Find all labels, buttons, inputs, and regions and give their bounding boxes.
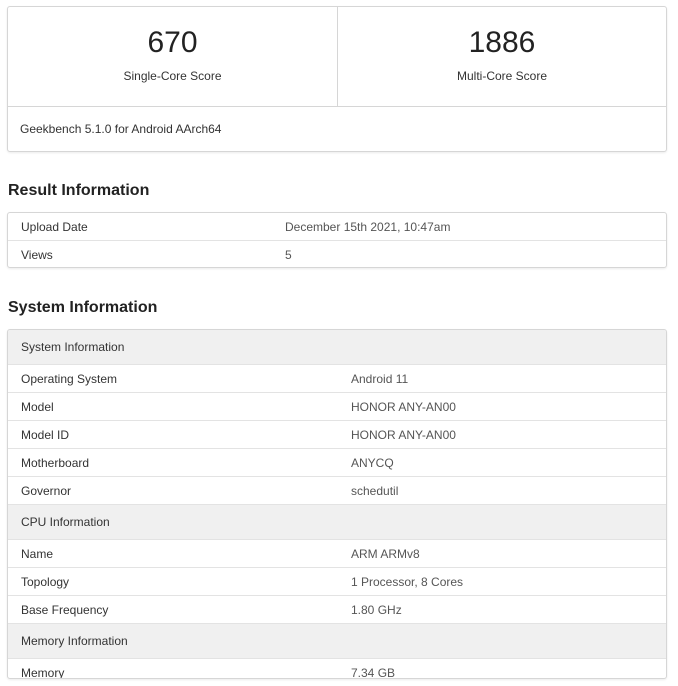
score-card: 670 Single-Core Score 1886 Multi-Core Sc… — [7, 6, 667, 152]
table-row: Topology 1 Processor, 8 Cores — [8, 567, 666, 596]
row-key: Model ID — [8, 420, 337, 449]
row-key: Name — [8, 539, 337, 568]
multi-core-score-cell: 1886 Multi-Core Score — [338, 7, 666, 106]
section-heading: CPU Information — [8, 504, 666, 540]
row-value: ANYCQ — [337, 448, 666, 477]
table-row: Operating System Android 11 — [8, 364, 666, 393]
system-information-title: System Information — [8, 299, 158, 316]
table-row: Base Frequency 1.80 GHz — [8, 595, 666, 624]
row-key: Operating System — [8, 364, 337, 393]
row-value: schedutil — [337, 476, 666, 505]
result-information-table: Upload Date December 15th 2021, 10:47am … — [7, 212, 667, 268]
table-row: Model ID HONOR ANY-AN00 — [8, 420, 666, 449]
row-key: Model — [8, 392, 337, 421]
single-core-score-cell: 670 Single-Core Score — [8, 7, 338, 106]
section-heading-row: Memory Information — [8, 623, 666, 659]
single-core-score-label: Single-Core Score — [123, 69, 222, 83]
row-value: 1.80 GHz — [337, 595, 666, 624]
multi-core-score-label: Multi-Core Score — [456, 69, 548, 83]
row-value: HONOR ANY-AN00 — [337, 392, 666, 421]
table-row: Upload Date December 15th 2021, 10:47am — [8, 213, 666, 241]
row-key: Memory — [8, 658, 337, 678]
table-row: Motherboard ANYCQ — [8, 448, 666, 477]
row-value: HONOR ANY-AN00 — [337, 420, 666, 449]
row-value: 1 Processor, 8 Cores — [337, 567, 666, 596]
table-row: Model HONOR ANY-AN00 — [8, 392, 666, 421]
section-heading: Memory Information — [8, 623, 666, 659]
benchmark-version: Geekbench 5.1.0 for Android AArch64 — [20, 122, 222, 136]
row-key: Topology — [8, 567, 337, 596]
table-row: Name ARM ARMv8 — [8, 539, 666, 568]
multi-core-score-value: 1886 — [468, 26, 536, 59]
row-key: Upload Date — [21, 219, 88, 234]
table-row: Governor schedutil — [8, 476, 666, 505]
section-heading-row: System Information — [8, 330, 666, 365]
section-heading-row: CPU Information — [8, 504, 666, 540]
single-core-score-value: 670 — [147, 26, 198, 59]
result-information-title: Result Information — [8, 182, 150, 199]
row-value: ARM ARMv8 — [337, 539, 666, 568]
score-divider — [8, 106, 666, 107]
row-value: Android 11 — [337, 364, 666, 393]
table-row: Memory 7.34 GB — [8, 658, 666, 678]
row-key: Governor — [8, 476, 337, 505]
row-value: December 15th 2021, 10:47am — [285, 219, 451, 234]
table-row: Views 5 — [8, 240, 666, 268]
row-value: 5 — [271, 240, 666, 268]
row-key: Views — [8, 240, 271, 268]
row-value: 7.34 GB — [337, 658, 666, 678]
row-key: Motherboard — [8, 448, 337, 477]
section-heading: System Information — [8, 330, 666, 365]
row-key: Base Frequency — [8, 595, 337, 624]
system-information-table: System Information Operating System Andr… — [7, 329, 667, 679]
